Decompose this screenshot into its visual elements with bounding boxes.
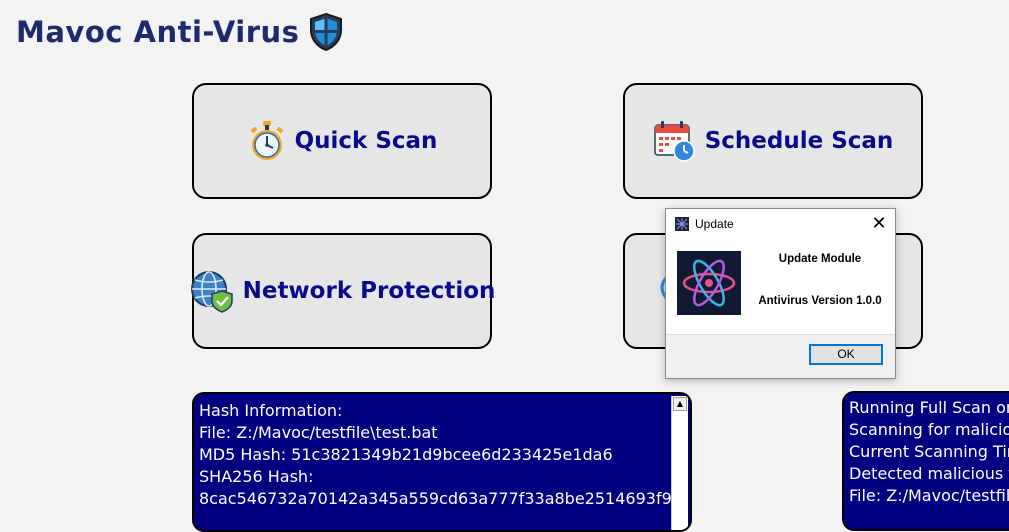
network-protection-label: Network Protection — [242, 278, 496, 304]
dialog-footer: OK — [666, 334, 895, 378]
globe-shield-icon — [190, 271, 233, 313]
app-title-text: Mavoc Anti-Virus — [16, 15, 300, 49]
dialog-version: Antivirus Version 1.0.0 — [758, 295, 882, 307]
scroll-up-button[interactable]: ▲ — [673, 397, 687, 411]
stopwatch-icon — [250, 121, 283, 160]
quick-scan-label: Quick Scan — [294, 128, 438, 154]
hash-info-console[interactable]: Hash Information: File: Z:/Mavoc/testfil… — [192, 392, 692, 532]
ok-button[interactable]: OK — [809, 344, 883, 365]
hash-console-line: Hash Information: — [199, 401, 343, 420]
atom-logo-icon — [677, 251, 741, 315]
hash-console-line: MD5 Hash: 51c3821349b21d9bcee6d233425e1d… — [199, 445, 613, 464]
vertical-scrollbar[interactable]: ▲ — [671, 396, 688, 530]
shield-icon — [310, 12, 343, 52]
network-protection-button[interactable]: Network Protection — [190, 233, 495, 349]
update-dialog: Update ✕ Update Module Antivirus Version… — [665, 208, 896, 379]
scan-console-line: Scanning for malicious — [849, 420, 1009, 439]
scan-console-line: Running Full Scan on — [849, 398, 1009, 417]
dialog-heading: Update Module — [778, 253, 862, 265]
app-window-icon — [675, 217, 689, 231]
hash-console-line: File: Z:/Mavoc/testfile\test.bat — [199, 423, 438, 442]
scan-log-console[interactable]: Running Full Scan on Scanning for malici… — [842, 391, 1009, 531]
scan-console-line: File: Z:/Mavoc/testfile — [849, 486, 1009, 505]
dialog-title: Update — [695, 217, 734, 231]
hash-console-line: 8cac546732a70142a345a559cd63a777f33a8be2… — [199, 489, 682, 508]
app-title: Mavoc Anti-Virus — [16, 12, 345, 52]
schedule-scan-button[interactable]: Schedule Scan — [623, 83, 923, 199]
scan-console-line: Current Scanning Time — [849, 442, 1009, 461]
dialog-titlebar[interactable]: Update ✕ — [666, 209, 895, 239]
hash-console-line: SHA256 Hash: — [199, 467, 314, 486]
quick-scan-button[interactable]: Quick Scan — [192, 83, 492, 199]
schedule-scan-label: Schedule Scan — [704, 128, 894, 154]
scan-console-line: Detected malicious file — [849, 464, 1009, 483]
calendar-clock-icon — [653, 121, 695, 162]
close-icon[interactable]: ✕ — [869, 214, 889, 234]
